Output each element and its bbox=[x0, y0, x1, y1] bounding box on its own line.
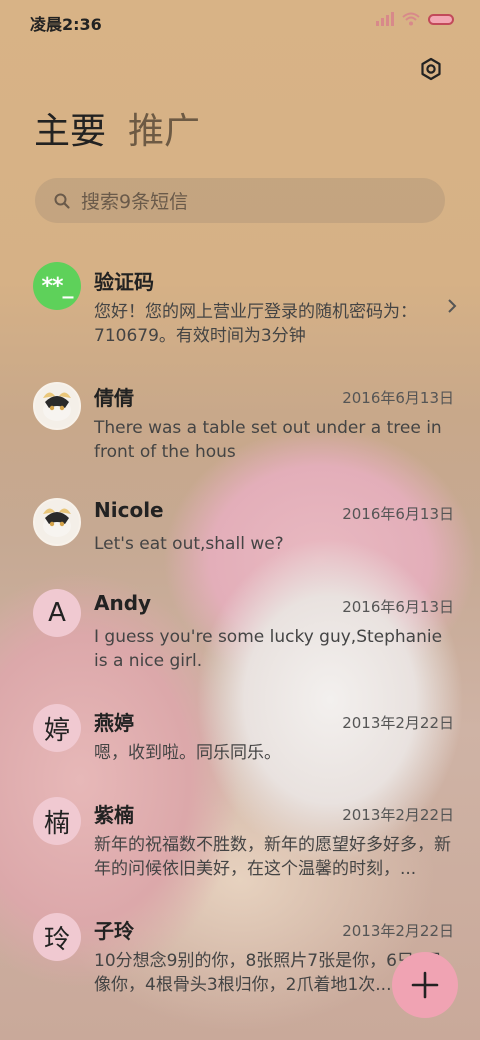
conversation-date: 2016年6月13日 bbox=[342, 389, 454, 407]
cat-avatar-icon bbox=[35, 384, 79, 428]
status-icons bbox=[376, 12, 454, 26]
avatar: 玲 bbox=[33, 913, 81, 961]
cat-avatar-icon bbox=[35, 500, 79, 544]
conversation-preview: 嗯，收到啦。同乐同乐。 bbox=[94, 743, 281, 763]
conversation-date: 2016年6月13日 bbox=[342, 505, 454, 523]
search-bar[interactable]: 搜索9条短信 bbox=[35, 178, 445, 223]
search-icon bbox=[53, 192, 71, 210]
avatar: A bbox=[33, 589, 81, 637]
conversation-preview: 新年的祝福数不胜数，新年的愿望好多好多，新年的问候依旧美好，在这个温馨的时刻，.… bbox=[94, 835, 451, 879]
conversation-name: 子玲 bbox=[94, 919, 134, 943]
search-placeholder: 搜索9条短信 bbox=[81, 191, 189, 213]
avatar: **_ bbox=[33, 262, 81, 310]
conversation-date: 2013年2月22日 bbox=[342, 922, 454, 940]
signal-icon bbox=[376, 12, 394, 26]
conversation-date: 2013年2月22日 bbox=[342, 714, 454, 732]
conversation-item[interactable]: Nicole 2016年6月13日 Let's eat out,shall we… bbox=[0, 498, 480, 568]
chevron-right-icon bbox=[448, 299, 457, 313]
settings-button[interactable] bbox=[418, 56, 444, 82]
conversation-item[interactable]: 倩倩 2016年6月13日 There was a table set out … bbox=[0, 382, 480, 482]
status-bar: 凌晨2:36 bbox=[0, 0, 480, 44]
tab-primary[interactable]: 主要 bbox=[34, 110, 106, 154]
compose-button[interactable] bbox=[392, 952, 458, 1018]
conversation-preview: There was a table set out under a tree i… bbox=[94, 418, 442, 462]
conversation-name: 倩倩 bbox=[94, 386, 134, 410]
conversation-preview: Let's eat out,shall we? bbox=[94, 534, 284, 554]
conversation-item[interactable]: 楠 紫楠 2013年2月22日 新年的祝福数不胜数，新年的愿望好多好多，新年的问… bbox=[0, 797, 480, 889]
conversation-date: 2016年6月13日 bbox=[342, 598, 454, 616]
conversation-name: Andy bbox=[94, 591, 152, 615]
battery-icon bbox=[428, 13, 454, 25]
conversation-item[interactable]: A Andy 2016年6月13日 I guess you're some lu… bbox=[0, 589, 480, 681]
plus-icon bbox=[411, 971, 439, 999]
status-time: 凌晨2:36 bbox=[30, 15, 102, 34]
conversation-item[interactable]: **_ 验证码 您好！您的网上营业厅登录的随机密码为：710679。有效时间为3… bbox=[0, 262, 480, 366]
settings-icon bbox=[421, 57, 441, 81]
tab-promotions[interactable]: 推广 bbox=[128, 110, 200, 154]
avatar: 楠 bbox=[33, 797, 81, 845]
conversation-date: 2013年2月22日 bbox=[342, 806, 454, 824]
avatar bbox=[33, 382, 81, 430]
conversation-name: 燕婷 bbox=[94, 711, 134, 735]
wifi-icon bbox=[402, 12, 420, 26]
conversation-preview: 您好！您的网上营业厅登录的随机密码为：710679。有效时间为3分钟 bbox=[94, 302, 417, 346]
avatar: 婷 bbox=[33, 704, 81, 752]
conversation-item[interactable]: 婷 燕婷 2013年2月22日 嗯，收到啦。同乐同乐。 bbox=[0, 704, 480, 777]
conversation-name: 验证码 bbox=[94, 270, 154, 294]
conversation-preview: I guess you're some lucky guy,Stephanie … bbox=[94, 627, 443, 671]
conversation-name: 紫楠 bbox=[94, 803, 134, 827]
tab-bar: 主要 推广 bbox=[34, 110, 200, 154]
conversation-name: Nicole bbox=[94, 498, 164, 522]
avatar bbox=[33, 498, 81, 546]
